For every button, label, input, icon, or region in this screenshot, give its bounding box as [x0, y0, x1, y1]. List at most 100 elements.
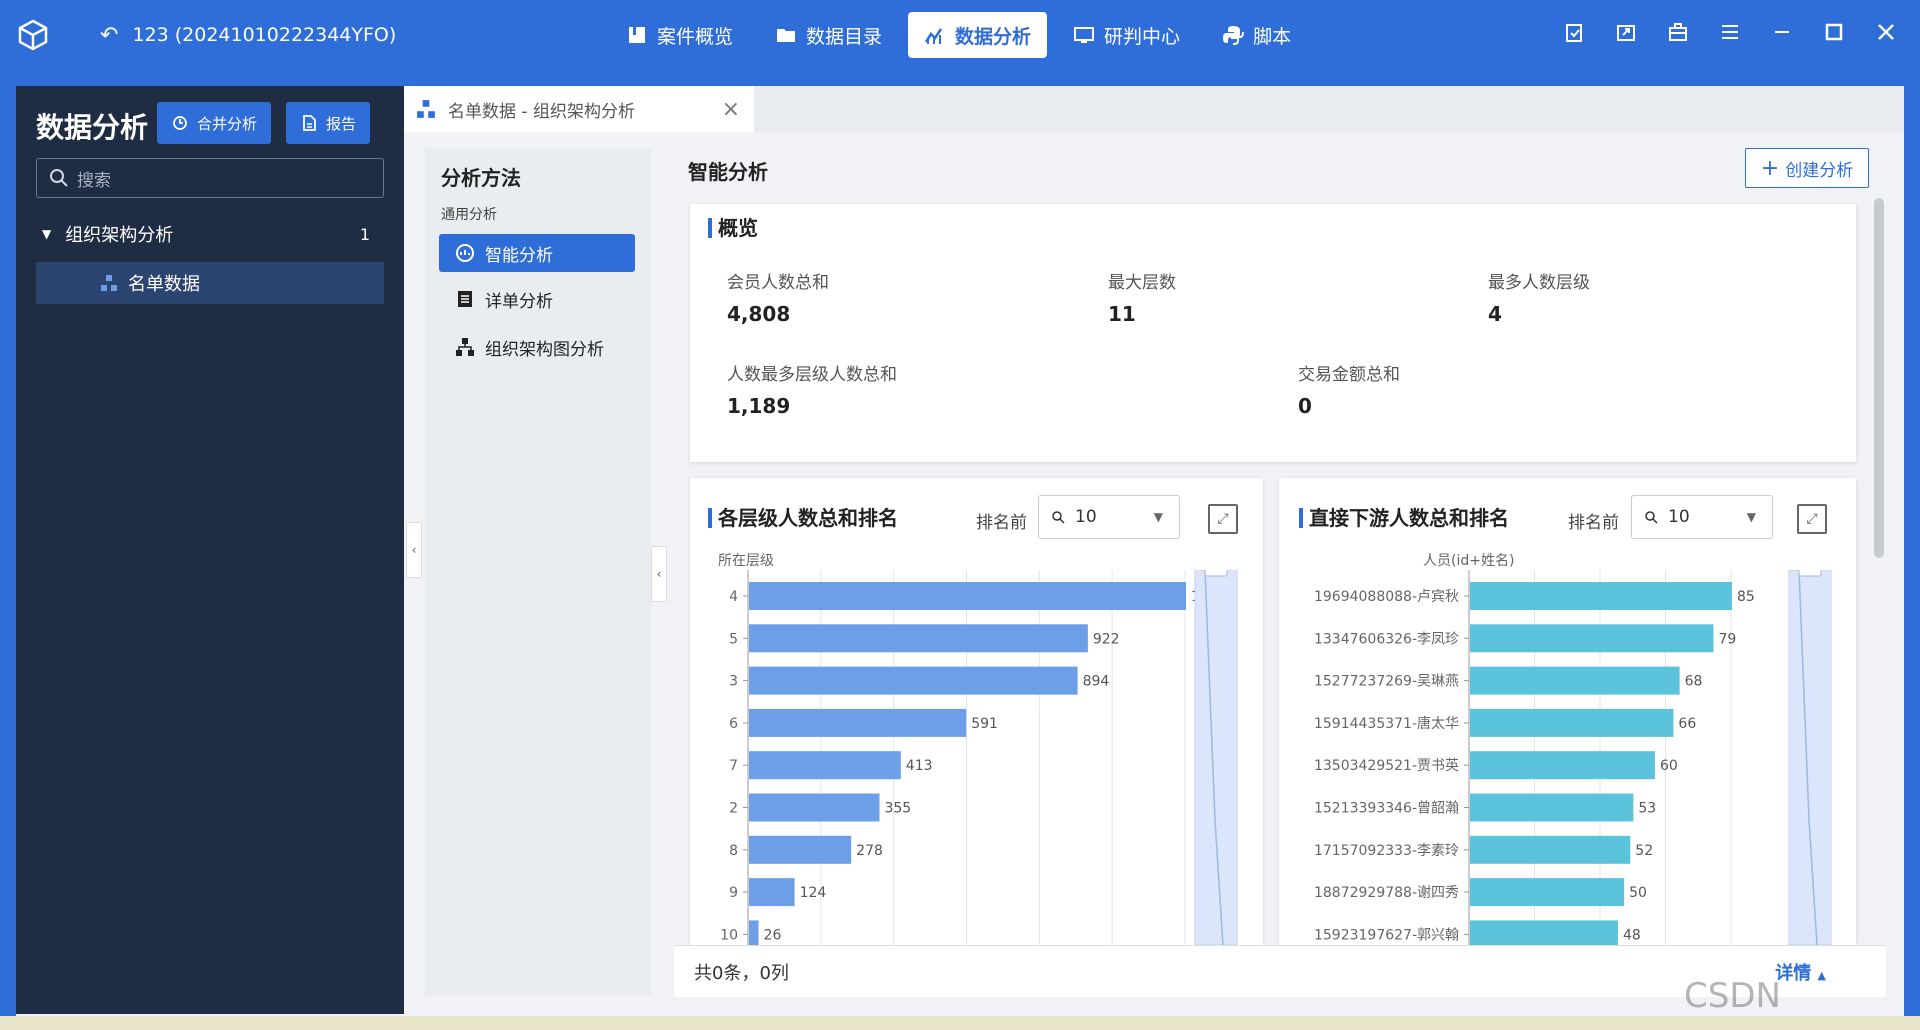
tree-node-org-analysis[interactable]: ▼ 组织架构分析 1: [36, 214, 384, 254]
value-label: 591: [971, 716, 998, 732]
collapse-sidebar-handle[interactable]: ‹: [406, 522, 422, 578]
clipboard-check-icon[interactable]: [1562, 20, 1586, 44]
category-label: 10: [720, 927, 738, 943]
overview-card: 概览 会员人数总和 4,808 最大层数 11 最多人数层级 4 人数最多层级人…: [690, 204, 1856, 462]
case-title: 123 (20241010222344YFO): [132, 24, 397, 46]
bar[interactable]: [749, 920, 759, 945]
value-label: 922: [1093, 631, 1120, 647]
bar[interactable]: [1470, 624, 1714, 653]
nav-case-overview[interactable]: 案件概览: [610, 12, 749, 58]
category-label: 13503429521-贾书英: [1314, 757, 1459, 774]
zoom-slider-handle[interactable]: [1204, 570, 1228, 577]
maximize-icon[interactable]: [1822, 20, 1846, 44]
bar[interactable]: [1470, 708, 1674, 737]
zoom-slider-track[interactable]: [1194, 570, 1238, 945]
value-label: 26: [764, 927, 782, 943]
rank-select[interactable]: 10 ▼: [1631, 495, 1773, 539]
tree-item-list-data[interactable]: 名单数据: [36, 262, 384, 304]
caret-down-icon[interactable]: ▼: [42, 227, 51, 241]
method-org-chart-analysis[interactable]: 组织架构图分析: [439, 328, 635, 366]
bar[interactable]: [1470, 666, 1680, 695]
stat-value: 1,189: [727, 394, 791, 418]
category-label: 15277237269-吴琳燕: [1314, 674, 1459, 690]
main-nav: 案件概览 数据目录 数据分析 研判中心 脚本: [610, 12, 1307, 58]
record-count: 共0条，0列: [694, 962, 789, 984]
value-label: 60: [1660, 758, 1678, 774]
value-label: 413: [906, 758, 933, 774]
axis-title: 所在层级: [718, 553, 774, 569]
axis-title: 人员(id+姓名): [1423, 553, 1515, 569]
stat-value: 0: [1298, 394, 1312, 418]
bar[interactable]: [749, 835, 852, 864]
bar[interactable]: [749, 708, 967, 737]
category-label: 3: [729, 674, 738, 690]
report-icon: [303, 115, 316, 131]
nav-research-center[interactable]: 研判中心: [1057, 12, 1196, 58]
folder-icon: [777, 29, 796, 42]
value-label: 79: [1719, 631, 1737, 647]
bottom-strip: [0, 1016, 1920, 1030]
bar[interactable]: [1470, 920, 1618, 945]
category-label: 15923197627-郭兴翰: [1314, 926, 1459, 943]
rank-label: 排名前: [1568, 513, 1619, 533]
stat-label: 交易金额总和: [1298, 365, 1400, 385]
toolbox-icon[interactable]: [1666, 20, 1690, 44]
bar[interactable]: [1470, 582, 1732, 610]
search-icon: [50, 169, 68, 187]
bar[interactable]: [749, 624, 1088, 653]
downstream-rank-card: 直接下游人数总和排名 排名前 10 ▼ ⤢ 人员(id+姓名) 19694088…: [1279, 478, 1856, 945]
rank-select[interactable]: 10 ▼: [1038, 495, 1180, 539]
method-detail-analysis[interactable]: 详单分析: [439, 280, 635, 318]
top-bar: ↶ 123 (20241010222344YFO) 案件概览 数据目录 数据分析…: [0, 0, 1920, 70]
category-label: 4: [729, 589, 738, 605]
value-label: 66: [1678, 716, 1696, 732]
collapse-method-handle[interactable]: ‹: [651, 546, 667, 602]
tab-list-data-org[interactable]: 名单数据 - 组织架构分析 ×: [404, 86, 754, 132]
tab-close-icon[interactable]: ×: [722, 97, 740, 122]
bar[interactable]: [1470, 878, 1625, 907]
report-button[interactable]: 报告: [286, 102, 371, 144]
main-scrollbar[interactable]: [1874, 198, 1884, 558]
stat-value: 4: [1488, 302, 1502, 326]
chevron-down-icon: ▼: [1153, 510, 1163, 524]
level-rank-title: 各层级人数总和排名: [708, 508, 898, 528]
method-smart-analysis[interactable]: 智能分析: [439, 234, 635, 272]
sidebar-search-input[interactable]: 搜索: [36, 158, 384, 198]
method-subtitle: 通用分析: [441, 207, 497, 223]
merge-analysis-button[interactable]: 合并分析: [157, 102, 272, 144]
close-window-icon[interactable]: [1874, 20, 1898, 44]
value-label: 124: [800, 885, 827, 901]
hierarchy-icon: [456, 338, 474, 356]
bar[interactable]: [749, 666, 1078, 695]
bar[interactable]: [749, 751, 901, 780]
bar[interactable]: [749, 582, 1186, 610]
export-icon[interactable]: [1614, 20, 1638, 44]
create-analysis-button[interactable]: + 创建分析: [1745, 148, 1869, 188]
overview-title: 概览: [708, 218, 758, 238]
bar[interactable]: [749, 878, 795, 907]
bar[interactable]: [749, 793, 880, 822]
document-icon: [458, 291, 472, 307]
nav-data-catalog[interactable]: 数据目录: [759, 12, 898, 58]
expand-icon[interactable]: ⤢: [1208, 504, 1238, 534]
search-icon: [1052, 511, 1065, 524]
stat-label: 人数最多层级人数总和: [727, 365, 897, 385]
minimize-icon[interactable]: [1770, 20, 1794, 44]
nav-script[interactable]: 脚本: [1206, 12, 1307, 58]
value-label: 894: [1083, 674, 1110, 690]
category-label: 9: [729, 885, 738, 901]
category-label: 6: [729, 716, 738, 732]
zoom-slider-track[interactable]: [1788, 570, 1832, 945]
nav-data-analysis[interactable]: 数据分析: [908, 12, 1048, 58]
bar[interactable]: [1470, 751, 1655, 780]
value-label: 53: [1638, 801, 1656, 817]
method-title: 分析方法: [441, 166, 521, 190]
window-controls: [1562, 20, 1898, 44]
zoom-slider-handle[interactable]: [1798, 570, 1822, 577]
bar[interactable]: [1470, 793, 1634, 822]
bar[interactable]: [1470, 835, 1631, 864]
expand-icon[interactable]: ⤢: [1797, 504, 1827, 534]
value-label: 85: [1737, 589, 1755, 605]
back-icon[interactable]: ↶: [100, 23, 118, 48]
menu-icon[interactable]: [1718, 20, 1742, 44]
